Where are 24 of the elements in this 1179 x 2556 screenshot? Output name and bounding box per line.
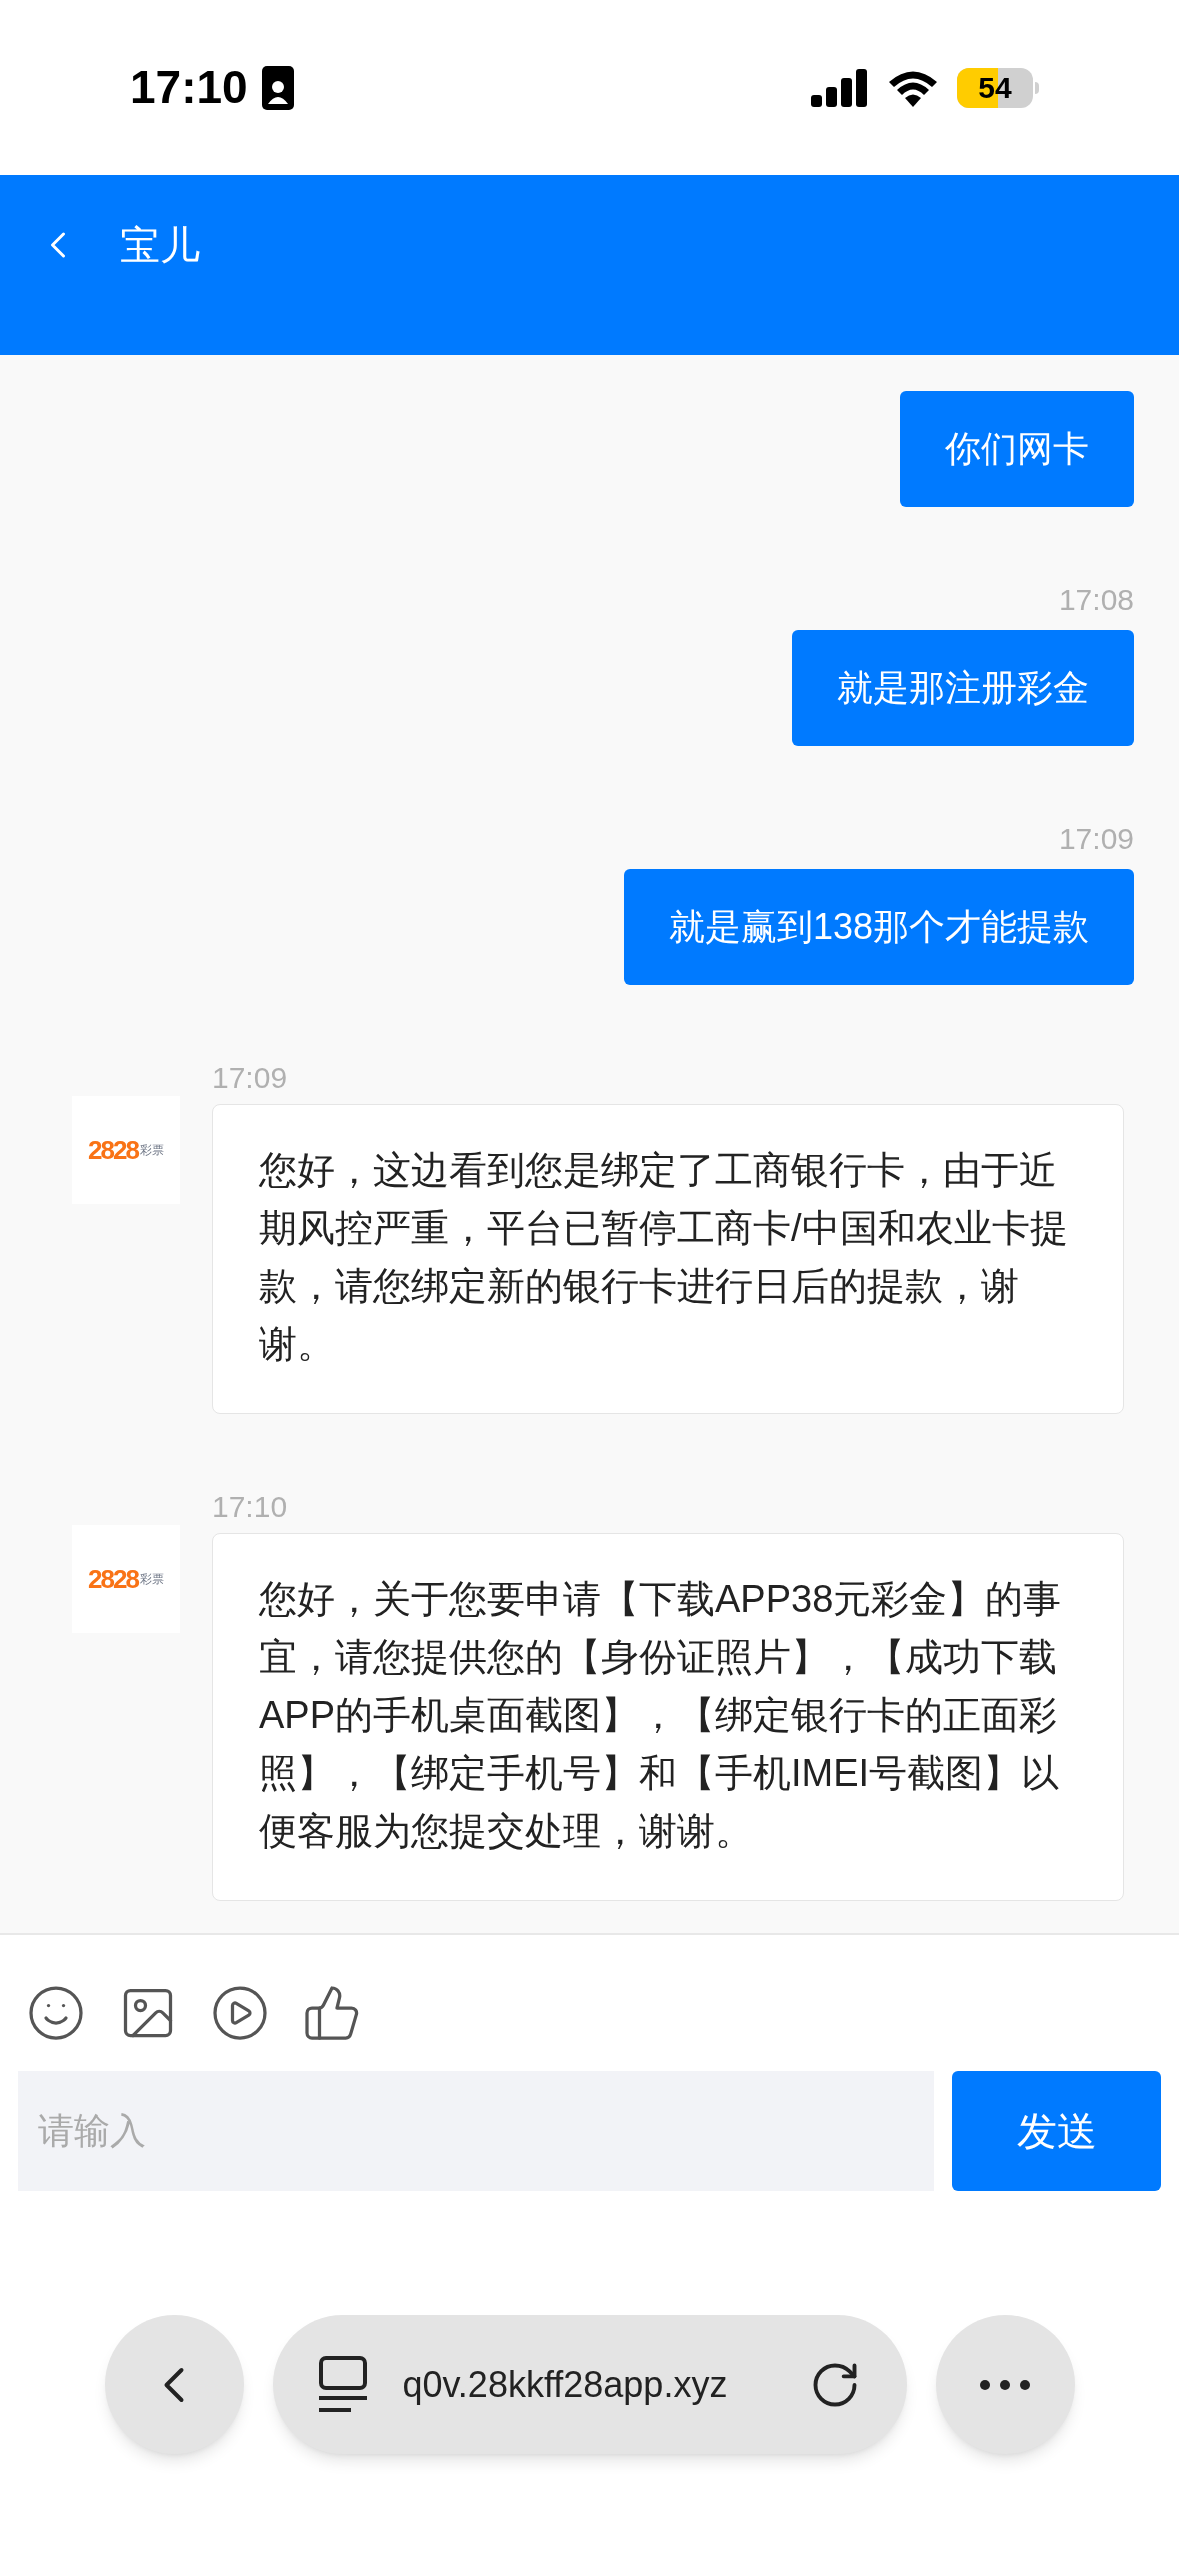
signal-icon bbox=[811, 68, 869, 107]
message-time: 17:10 bbox=[212, 1489, 289, 1525]
contact-card-icon bbox=[261, 65, 294, 110]
address-bar[interactable]: q0v.28kkff28app.xyz bbox=[272, 2315, 907, 2454]
received-message-bubble: 您好，这边看到您是绑定了工商银行卡，由于近期风控严重，平台已暂停工商卡/中国和农业卡提款，请您绑定新的银行卡进行日后的提款，谢谢。 bbox=[212, 1104, 1124, 1414]
play-icon[interactable] bbox=[210, 1983, 270, 2043]
logo-number: 2828 bbox=[88, 1137, 138, 1163]
logo-number: 2828 bbox=[88, 1566, 138, 1592]
logo-label: 彩票 bbox=[139, 1144, 164, 1156]
status-time: 17:10 bbox=[130, 60, 248, 115]
message-time: 17:08 bbox=[1058, 582, 1134, 618]
received-message-bubble: 您好，关于您要申请【下载APP38元彩金】的事宜，请您提供您的【身份证照片】，【成功下载APP的手机桌面截图】，【绑定银行卡的正面彩照】，【绑定手机号】和【手机IMEI号截图】以便客服为您提交处理，谢谢。 bbox=[212, 1533, 1124, 1901]
message-time: 17:09 bbox=[212, 1060, 289, 1096]
reader-icon[interactable] bbox=[318, 2355, 367, 2414]
sent-message-bubble: 就是赢到138那个才能提款 bbox=[623, 869, 1134, 985]
send-button[interactable]: 发送 bbox=[952, 2071, 1161, 2191]
url-text: q0v.28kkff28app.xyz bbox=[402, 2362, 729, 2407]
message-input[interactable]: 请输入 bbox=[18, 2071, 934, 2191]
logo-label: 彩票 bbox=[139, 1573, 164, 1585]
chat-title: 宝儿 bbox=[120, 222, 200, 269]
message-time: 17:09 bbox=[1058, 821, 1134, 857]
emoji-icon[interactable] bbox=[26, 1983, 86, 2043]
sent-message-bubble: 就是那注册彩金 bbox=[792, 630, 1134, 746]
sent-message-bubble: 你们网卡 bbox=[900, 391, 1134, 507]
